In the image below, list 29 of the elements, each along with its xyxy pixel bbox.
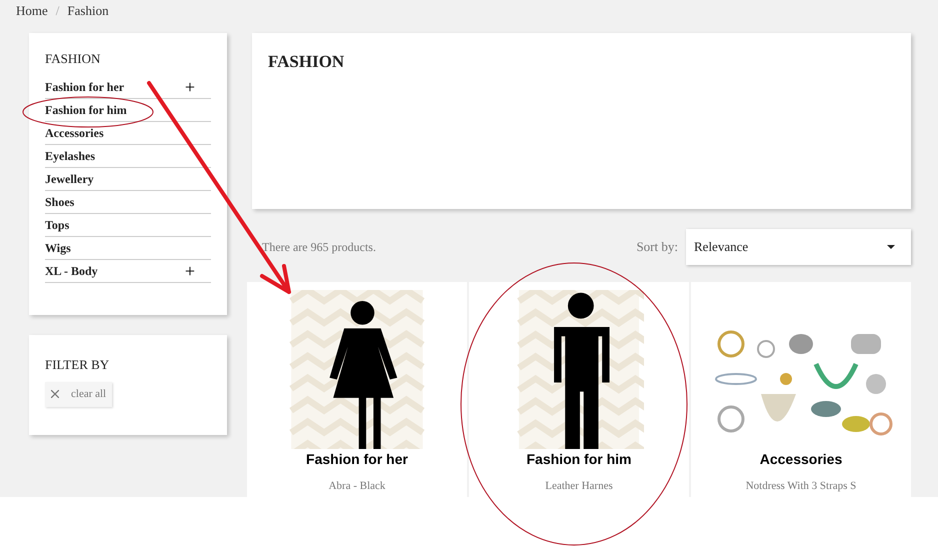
image-caption: Accessories xyxy=(760,450,842,468)
category-link[interactable]: Tops xyxy=(45,216,70,234)
breadcrumb-separator: / xyxy=(56,2,60,20)
image-caption: Fashion for her xyxy=(306,450,408,468)
expand-toggle[interactable]: + xyxy=(184,78,195,96)
expand-toggle[interactable]: + xyxy=(184,262,195,280)
category-link[interactable]: Accessories xyxy=(45,124,104,142)
image-caption: Fashion for him xyxy=(526,450,632,468)
category-link[interactable]: Shoes xyxy=(45,192,74,210)
product-name[interactable]: Leather Harnes xyxy=(545,478,613,494)
caret-icon xyxy=(887,244,895,248)
category-link[interactable]: XL - Body xyxy=(45,262,98,280)
category-link[interactable]: Fashion for her xyxy=(45,78,124,96)
category-title: FASHION xyxy=(268,50,346,72)
category-link[interactable]: Wigs xyxy=(45,238,71,256)
clear-all-button[interactable]: clear all xyxy=(45,382,112,406)
panel-title: FILTER BY xyxy=(45,356,110,374)
product-name[interactable]: Notdress With 3 Straps S xyxy=(746,478,856,494)
category-link[interactable]: Jewellery xyxy=(45,170,94,188)
sort-label: Sort by: xyxy=(636,238,678,256)
product-name[interactable]: Abra - Black xyxy=(328,478,386,494)
breadcrumb-link[interactable]: Home xyxy=(16,1,48,20)
close-icon xyxy=(51,390,59,398)
category-link[interactable]: Eyelashes xyxy=(45,146,96,164)
breadcrumb-link[interactable]: Fashion xyxy=(67,1,109,20)
sort-dropdown[interactable]: Relevance xyxy=(686,228,911,264)
panel-title: FASHION xyxy=(45,50,102,66)
product-count: There are 965 products. xyxy=(262,238,376,256)
man-figure-icon xyxy=(514,290,644,448)
